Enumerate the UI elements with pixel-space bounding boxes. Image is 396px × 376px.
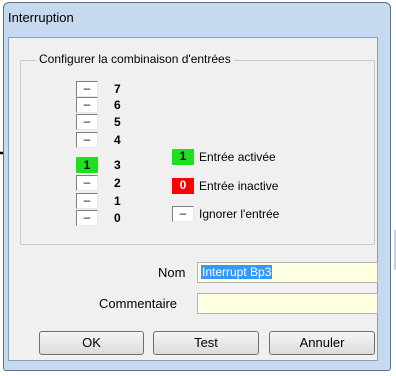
input-combination-group xyxy=(20,60,375,245)
bit-5-toggle[interactable]: – xyxy=(76,114,98,130)
legend-inactive-label: Entrée inactive xyxy=(199,179,279,193)
bit-6-label: 6 xyxy=(114,98,121,112)
ok-button[interactable]: OK xyxy=(39,331,144,355)
nom-input[interactable]: Interrupt Bp3 xyxy=(197,262,378,283)
bit-2-toggle[interactable]: – xyxy=(76,175,98,191)
legend-active-swatch: 1 xyxy=(172,149,194,165)
group-label: Configurer la combinaison d'entrées xyxy=(36,52,234,66)
commentaire-input[interactable] xyxy=(197,293,378,314)
bit-3-label: 3 xyxy=(114,158,121,172)
bit-3-toggle[interactable]: 1 xyxy=(76,157,98,173)
bit-0-toggle[interactable]: – xyxy=(76,210,98,226)
commentaire-label: Commentaire xyxy=(99,296,178,311)
dialog-title: Interruption xyxy=(8,10,74,25)
legend-inactive-swatch: 0 xyxy=(172,178,194,194)
bit-7-label: 7 xyxy=(114,82,121,96)
legend-active-label: Entrée activée xyxy=(199,150,276,164)
bit-1-label: 1 xyxy=(114,194,121,208)
bit-2-label: 2 xyxy=(114,176,121,190)
bit-1-toggle[interactable]: – xyxy=(76,193,98,209)
test-button[interactable]: Test xyxy=(153,331,259,355)
nom-label: Nom xyxy=(158,265,186,280)
legend-ignore-label: Ignorer l'entrée xyxy=(199,207,280,221)
bit-4-toggle[interactable]: – xyxy=(76,132,98,148)
legend-ignore-swatch: – xyxy=(172,206,194,222)
bit-4-label: 4 xyxy=(114,133,121,147)
bit-7-toggle[interactable]: – xyxy=(76,81,98,97)
bit-5-label: 5 xyxy=(114,115,121,129)
annuler-button[interactable]: Annuler xyxy=(269,331,375,355)
bit-6-toggle[interactable]: – xyxy=(76,97,98,113)
bit-0-label: 0 xyxy=(114,211,121,225)
nom-value: Interrupt Bp3 xyxy=(201,265,273,279)
